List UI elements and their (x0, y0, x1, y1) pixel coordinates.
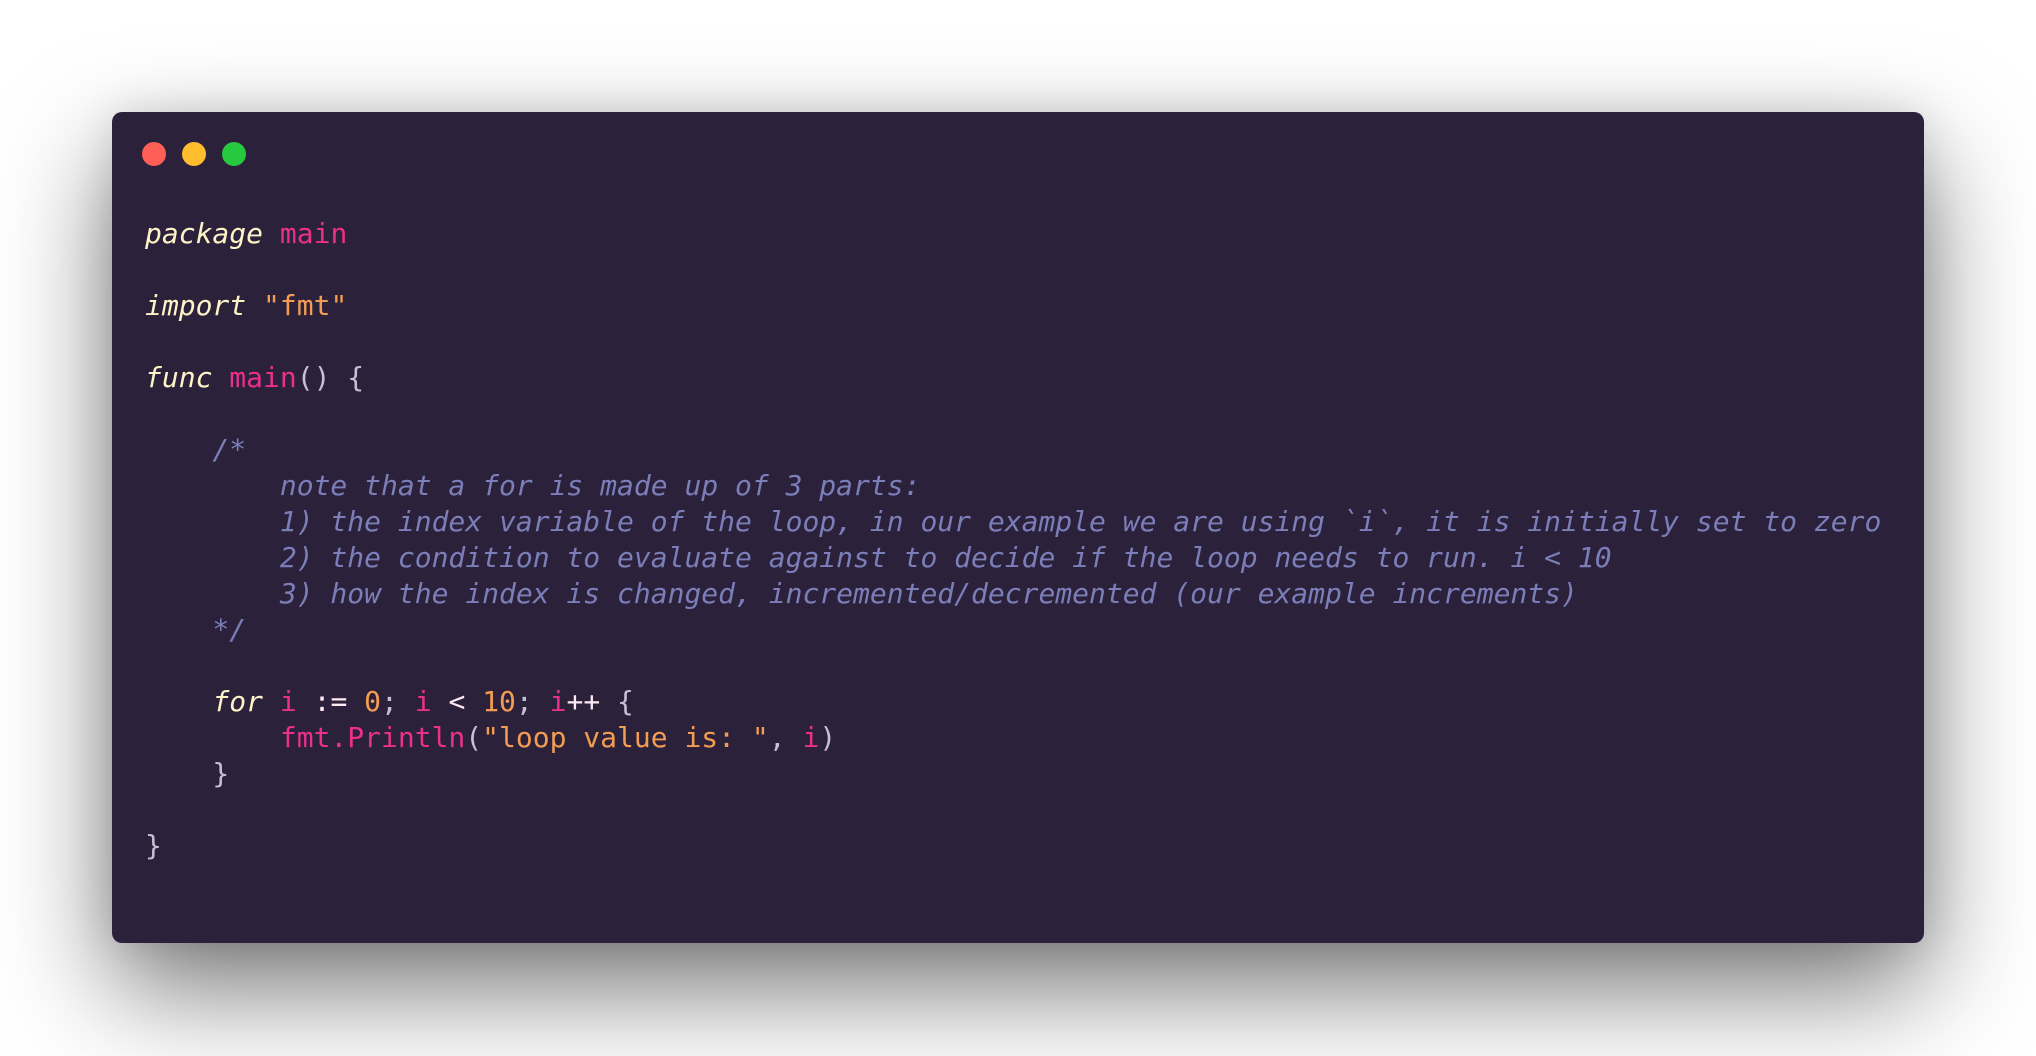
code-token: } (145, 757, 230, 790)
code-token: () { (296, 361, 365, 394)
code-line: for i := 0; i < 10; i++ { (145, 684, 1881, 720)
close-button[interactable] (142, 142, 166, 166)
code-token: ( (465, 721, 483, 754)
code-line: note that a for is made up of 3 parts: (145, 468, 1881, 504)
code-line: 2) the condition to evaluate against to … (145, 540, 1881, 576)
code-token: 1) the index variable of the loop, in ou… (145, 505, 1882, 538)
code-token: 2) the condition to evaluate against to … (145, 541, 1612, 574)
code-line: func main() { (145, 360, 1881, 396)
code-token: package (145, 217, 264, 250)
window-titlebar (112, 112, 1924, 182)
code-token: "loop value is: " (482, 721, 769, 754)
code-token: ; (515, 685, 550, 718)
code-window: package main import "fmt" func main() { … (112, 112, 1924, 943)
code-token: , (768, 721, 803, 754)
code-token: import (145, 289, 247, 322)
code-token: */ (145, 613, 247, 646)
minimize-button[interactable] (182, 142, 206, 166)
code-token: func (145, 361, 213, 394)
code-token: := (296, 685, 365, 718)
code-token: { (600, 685, 634, 718)
code-line: 1) the index variable of the loop, in ou… (145, 504, 1881, 540)
code-line: */ (145, 612, 1881, 648)
code-token: ) (819, 721, 837, 754)
background: package main import "fmt" func main() { … (0, 0, 2036, 1056)
code-token: } (145, 829, 162, 862)
code-line: } (145, 756, 1881, 792)
code-token: < (431, 685, 483, 718)
code-line: /* (145, 432, 1881, 468)
code-token: i (802, 721, 820, 754)
code-line: import "fmt" (145, 288, 1881, 324)
code-token: /* (145, 433, 247, 466)
code-token: i (414, 685, 432, 718)
code-line: fmt.Println("loop value is: ", i) (145, 720, 1881, 756)
code-token: for (212, 685, 264, 718)
code-token: 10 (482, 685, 516, 718)
code-token: i (279, 685, 297, 718)
code-token: note that a for is made up of 3 parts: (145, 469, 921, 502)
code-line: package main (145, 216, 1881, 252)
code-token: main (279, 217, 348, 250)
code-token: fmt.Println (279, 721, 466, 754)
code-token: 0 (364, 685, 382, 718)
code-token: "fmt" (263, 289, 348, 322)
code-token: ++ (566, 685, 601, 718)
code-token: i (549, 685, 567, 718)
code-line: } (145, 828, 1881, 864)
code-line: 3) how the index is changed, incremented… (145, 576, 1881, 612)
code-token: ; (381, 685, 415, 718)
code-token: main (229, 361, 297, 394)
code-token: 3) how the index is changed, incremented… (145, 577, 1578, 610)
maximize-button[interactable] (222, 142, 246, 166)
code-block: package main import "fmt" func main() { … (145, 216, 1881, 864)
